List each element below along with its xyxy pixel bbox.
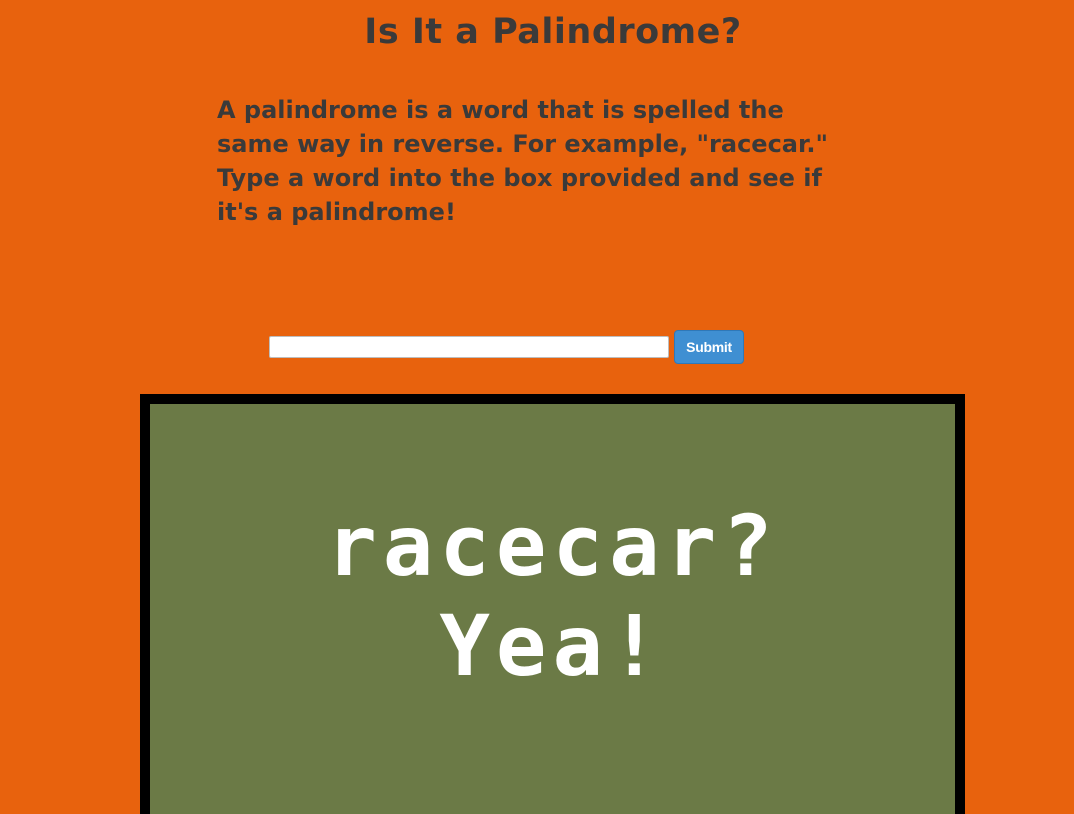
palindrome-form: Submit bbox=[269, 330, 744, 364]
result-screen: racecar? Yea! bbox=[150, 404, 955, 814]
result-query: racecar? bbox=[326, 497, 779, 595]
page-title: Is It a Palindrome? bbox=[364, 12, 742, 52]
result-frame: racecar? Yea! bbox=[140, 394, 965, 814]
result-text: racecar? Yea! bbox=[150, 496, 955, 696]
result-answer: Yea! bbox=[439, 597, 666, 695]
submit-button[interactable]: Submit bbox=[674, 330, 744, 364]
word-input[interactable] bbox=[269, 336, 669, 358]
intro-text: A palindrome is a word that is spelled t… bbox=[217, 96, 829, 226]
